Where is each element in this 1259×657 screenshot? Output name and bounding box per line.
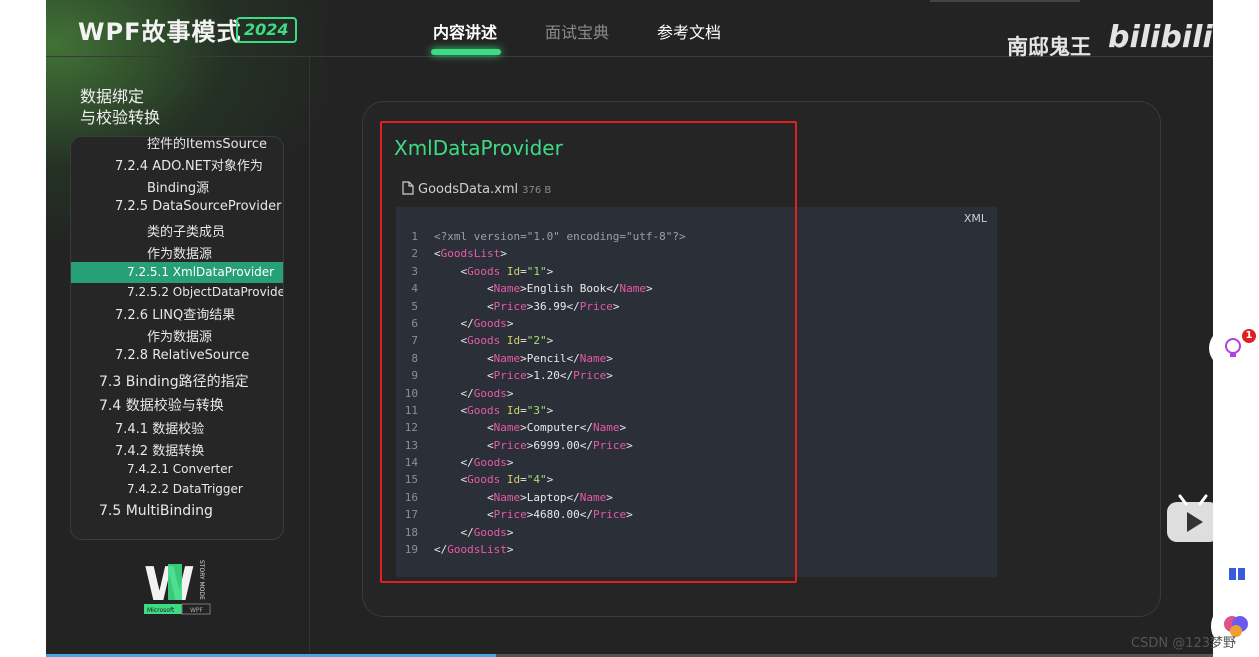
toc-item[interactable]: Binding源 [147,177,209,196]
toc-item[interactable]: 控件的ItemsSource [147,137,267,152]
highlight-frame [380,121,797,583]
toc-item[interactable]: 7.2.6 LINQ查询结果 [115,304,235,323]
toc-item[interactable]: 7.4.1 数据校验 [115,418,204,437]
chapter-title-line2: 与校验转换 [80,108,161,127]
toc-item-active[interactable]: 7.2.5.1 XmlDataProvider [127,265,274,279]
brand-title: WPF故事模式 [78,18,242,46]
svg-text:STORY MODE: STORY MODE [198,560,205,600]
tab-content[interactable]: 内容讲述 [433,19,497,43]
bilibili-logo: bilibili [1108,20,1213,55]
lightbulb-icon [1225,338,1241,357]
tab-docs[interactable]: 参考文档 [657,19,721,43]
toc-item[interactable]: 7.4.2.2 DataTrigger [127,482,243,496]
book-icon [1229,568,1245,580]
bilibili-tv-play-button[interactable] [1166,492,1220,544]
toc-item[interactable]: 7.2.8 RelativeSource [115,348,249,363]
wpf-story-mode-logo: W STORY MODE Microsoft WPF [144,557,211,615]
toc-item[interactable]: 作为数据源 [147,243,212,262]
toc-item[interactable]: 7.5 MultiBinding [99,503,213,519]
toc-item[interactable]: 7.2.4 ADO.NET对象作为 [115,155,263,174]
svg-text:WPF: WPF [190,607,204,614]
watermark: CSDN @123梦野 [1131,636,1237,651]
toc-item[interactable]: 类的子类成员 [147,221,225,240]
toc-item[interactable]: 7.4 数据校验与转换 [99,395,224,415]
svg-text:Microsoft: Microsoft [147,607,175,614]
toc-item[interactable]: 7.4.2 数据转换 [115,440,204,459]
sidebar-divider [309,57,310,657]
toc-item[interactable]: 作为数据源 [147,326,212,345]
chapter-title: 数据绑定 与校验转换 [80,86,160,128]
chapter-title-line1: 数据绑定 [80,87,145,106]
table-of-contents[interactable]: 控件的ItemsSource 7.2.4 ADO.NET对象作为 Binding… [70,136,284,540]
toc-item[interactable]: 7.2.5 DataSourceProvider [115,199,281,214]
active-tab-indicator [431,49,501,55]
header-bar: WPF故事模式 2024 内容讲述 面试宝典 参考文档 南邸鬼王 bilibil… [46,0,1213,59]
page-margin-left [0,0,46,657]
code-language-label: XML [963,212,987,225]
notification-badge: 1 [1242,329,1256,343]
reader-button[interactable] [1219,556,1255,592]
toc-item[interactable]: 7.4.2.1 Converter [127,462,233,476]
video-frame[interactable]: WPF故事模式 2024 内容讲述 面试宝典 参考文档 南邸鬼王 bilibil… [46,0,1213,657]
tab-interview[interactable]: 面试宝典 [545,19,609,43]
uploader-name: 南邸鬼王 [1007,35,1091,59]
toc-item[interactable]: 7.2.5.2 ObjectDataProvider [127,285,283,299]
toc-item[interactable]: 7.3 Binding路径的指定 [99,371,249,391]
year-badge: 2024 [236,17,297,43]
